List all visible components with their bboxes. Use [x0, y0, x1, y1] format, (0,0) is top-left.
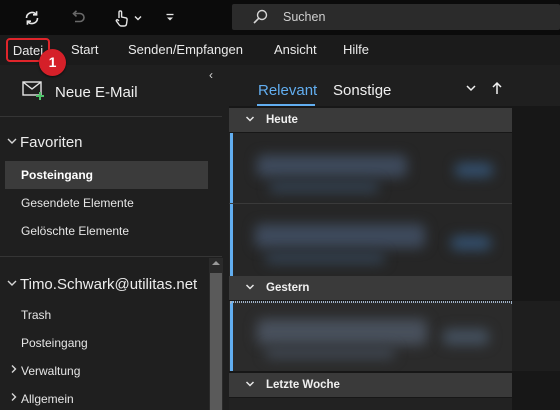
message-item[interactable] [229, 301, 512, 371]
group-label: Gestern [266, 282, 310, 294]
group-label: Letzte Woche [266, 379, 340, 391]
redacted-content [255, 224, 425, 248]
chevron-down-icon [6, 136, 20, 149]
search-placeholder: Suchen [283, 10, 326, 24]
favorites-title: Favoriten [20, 134, 83, 151]
chevron-down-icon [245, 380, 261, 391]
message-item[interactable] [229, 398, 512, 410]
redacted-content [257, 319, 427, 345]
tab-sonstige[interactable]: Sonstige [333, 82, 391, 99]
account-title: Timo.Schwark@utilitas.net [20, 276, 198, 293]
redacted-content [455, 163, 493, 177]
focus-outline [230, 301, 512, 303]
message-list: Relevant Sonstige Heute Gestern Letzte W… [229, 65, 560, 410]
tab-ansicht[interactable]: Ansicht [274, 35, 317, 65]
redacted-content [265, 347, 395, 359]
touch-mode-icon[interactable] [110, 6, 132, 30]
chevron-down-icon [6, 278, 20, 291]
chevron-down-icon[interactable] [131, 6, 145, 30]
divider [0, 116, 222, 117]
active-tab-indicator [257, 104, 315, 106]
new-mail-label: Neue E-Mail [55, 83, 138, 101]
focused-inbox-tabs: Relevant Sonstige [229, 65, 560, 106]
message-item[interactable] [229, 133, 512, 203]
collapse-pane-icon[interactable]: ‹ [209, 68, 213, 82]
folder-item-verwaltung[interactable]: Verwaltung [5, 357, 208, 385]
search-icon [252, 9, 268, 30]
undo-icon[interactable] [66, 6, 90, 30]
group-header-heute[interactable]: Heute [229, 108, 512, 132]
favorites-header[interactable]: Favoriten [6, 134, 83, 151]
tab-hilfe[interactable]: Hilfe [343, 35, 369, 65]
unread-indicator [230, 301, 233, 371]
folder-item-posteingang[interactable]: Posteingang [5, 161, 208, 189]
folder-pane: ‹ Neue E-Mail Favoriten Posteingang Gese… [0, 65, 225, 410]
ribbon-tabs: Datei Start Senden/Empfangen Ansicht Hil… [0, 35, 560, 65]
chevron-down-icon [245, 115, 261, 126]
folder-item-posteingang-account[interactable]: Posteingang [5, 329, 208, 357]
scroll-up-icon[interactable] [211, 259, 221, 269]
group-header-gestern[interactable]: Gestern [229, 276, 512, 300]
filter-chevron-down-icon[interactable] [465, 81, 477, 97]
tab-senden-empfangen[interactable]: Senden/Empfangen [128, 35, 243, 65]
tab-start[interactable]: Start [71, 35, 98, 65]
tab-relevant[interactable]: Relevant [258, 82, 317, 99]
group-label: Heute [266, 114, 298, 126]
callout-badge: 1 [39, 49, 66, 76]
customize-toolbar-icon[interactable] [160, 6, 180, 30]
redacted-content [269, 181, 379, 193]
redacted-content [512, 301, 560, 371]
redacted-content [257, 155, 407, 177]
new-mail-icon [22, 79, 46, 106]
quick-access-toolbar: Suchen [0, 0, 560, 35]
unread-indicator [230, 133, 233, 203]
account-header[interactable]: Timo.Schwark@utilitas.net [6, 276, 197, 293]
folder-item-geloeschte-elemente[interactable]: Gelöschte Elemente [5, 217, 208, 245]
redacted-content [443, 329, 489, 345]
message-item[interactable] [229, 204, 512, 276]
divider [0, 256, 222, 257]
group-header-letzte-woche[interactable]: Letzte Woche [229, 373, 512, 397]
redacted-content [451, 236, 491, 250]
chevron-down-icon [245, 283, 261, 294]
sync-icon[interactable] [20, 6, 44, 30]
new-mail-button[interactable]: Neue E-Mail [22, 80, 138, 104]
folder-item-trash[interactable]: Trash [5, 301, 208, 329]
folder-item-gesendete-elemente[interactable]: Gesendete Elemente [5, 189, 208, 217]
unread-indicator [230, 204, 233, 276]
search-box[interactable]: Suchen [232, 4, 560, 30]
sort-arrow-up-icon[interactable] [491, 81, 503, 98]
folder-item-allgemein[interactable]: Allgemein [5, 385, 208, 410]
redacted-content [265, 252, 385, 264]
scrollbar-thumb[interactable] [210, 273, 222, 410]
